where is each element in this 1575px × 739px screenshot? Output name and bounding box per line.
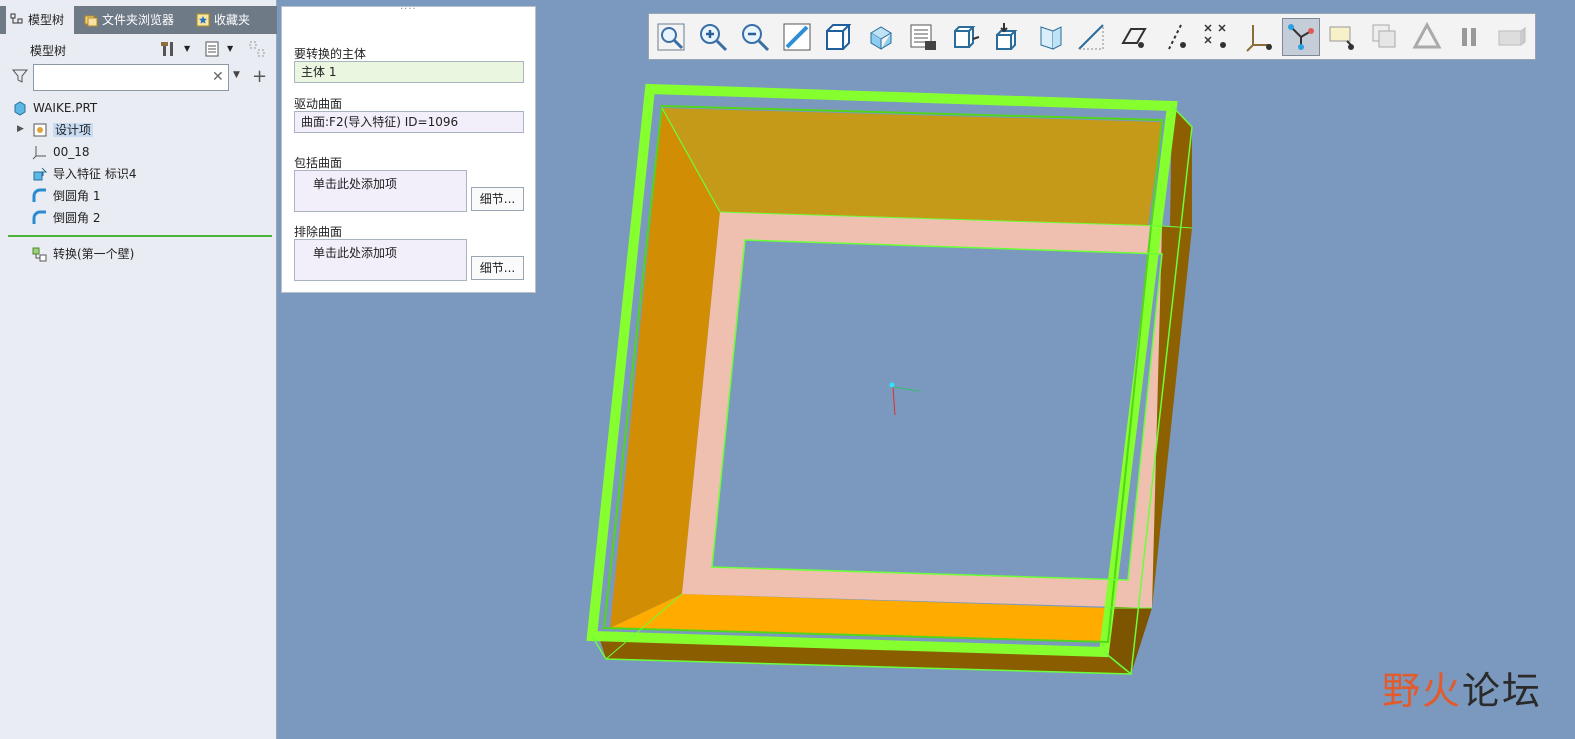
exclude-surfaces-collector[interactable]: 单击此处添加项: [294, 239, 467, 281]
display-style-icon[interactable]: [820, 18, 858, 56]
include-surfaces-collector[interactable]: 单击此处添加项: [294, 170, 467, 212]
perspective-view-icon[interactable]: [946, 18, 984, 56]
exclude-details-button[interactable]: 细节...: [471, 256, 524, 280]
note-display-icon[interactable]: [1366, 18, 1404, 56]
panel-grip[interactable]: ····: [400, 4, 417, 15]
tab-folder-browser[interactable]: 文件夹浏览器: [80, 6, 188, 34]
import-feature-icon: [33, 167, 48, 181]
tree-node-design-items[interactable]: 设计项: [32, 120, 94, 140]
view-filter-icon[interactable]: [1324, 18, 1362, 56]
convert-icon: [32, 247, 47, 262]
tree-node-csys[interactable]: 00_18: [32, 142, 90, 162]
exclude-surfaces-label: 排除曲面: [294, 225, 343, 239]
chevron-down-icon[interactable]: ▼: [184, 44, 190, 53]
plane-display-icon[interactable]: [1072, 18, 1110, 56]
drive-surface-collector[interactable]: 曲面:F2(导入特征) ID=1096: [294, 111, 524, 133]
model-tree-panel: 模型树 文件夹浏览器 收藏夹 模型树 ▼ ▼ ✕ ▼ + WAIKE.PRT ▶…: [0, 0, 277, 739]
tree-node-convert[interactable]: 转换(第一个壁): [32, 244, 134, 264]
tree-title: 模型树: [30, 44, 67, 58]
shell-icon[interactable]: [1492, 18, 1530, 56]
chevron-down-icon[interactable]: ▼: [227, 44, 233, 53]
clear-icon[interactable]: ✕: [212, 69, 224, 85]
expand-icon[interactable]: ▶: [17, 124, 24, 134]
design-items-icon: [33, 123, 47, 137]
sketch-plane-icon[interactable]: [1156, 18, 1194, 56]
tree-node-round-1[interactable]: 倒圆角 1: [32, 186, 100, 206]
point-display-icon[interactable]: [1198, 18, 1236, 56]
body-collector[interactable]: 主体 1: [294, 61, 524, 83]
graphics-toolbar: [648, 13, 1536, 60]
filter-icon[interactable]: [12, 68, 28, 84]
coordinate-system-icon: [32, 146, 46, 160]
tab-model-tree[interactable]: 模型树: [6, 6, 74, 34]
tree-node-import-feature[interactable]: 导入特征 标识4: [32, 164, 136, 184]
watermark-logo: 野火论坛: [1382, 669, 1543, 713]
round-icon: [32, 210, 46, 224]
add-icon[interactable]: +: [252, 66, 267, 87]
show-icon[interactable]: [203, 40, 221, 58]
drive-surface-label: 驱动曲面: [294, 97, 343, 111]
repaint-icon[interactable]: [778, 18, 816, 56]
axis-display-icon[interactable]: [1114, 18, 1152, 56]
tree-root[interactable]: WAIKE.PRT: [12, 98, 97, 118]
tree-search-input[interactable]: [33, 64, 229, 91]
part-icon: [14, 101, 26, 116]
refit-icon[interactable]: [652, 18, 690, 56]
tree-node-round-2[interactable]: 倒圆角 2: [32, 208, 100, 228]
annotation-display-icon[interactable]: [988, 18, 1026, 56]
insert-indicator[interactable]: [8, 235, 272, 237]
back-wall: [662, 108, 1162, 226]
chevron-down-icon[interactable]: ▼: [233, 70, 240, 80]
simplified-rep-icon[interactable]: [1408, 18, 1446, 56]
body-label: 要转换的主体: [294, 47, 367, 61]
navigator-tabs: 模型树 文件夹浏览器 收藏夹: [0, 6, 277, 34]
include-surfaces-label: 包括曲面: [294, 156, 343, 170]
sheetmetal-icon[interactable]: [1282, 18, 1320, 56]
favorites-icon: [196, 13, 210, 27]
tree-filter-icon[interactable]: [248, 40, 266, 58]
folder-browser-icon: [84, 15, 98, 27]
zoom-in-icon[interactable]: [694, 18, 732, 56]
round-icon: [32, 188, 46, 202]
saved-orientations-icon[interactable]: [862, 18, 900, 56]
view-manager-icon[interactable]: [904, 18, 942, 56]
tab-favorites[interactable]: 收藏夹: [192, 6, 272, 34]
spin-center-icon[interactable]: [1030, 18, 1068, 56]
include-details-button[interactable]: 细节...: [471, 187, 524, 211]
csys-display-icon[interactable]: [1240, 18, 1278, 56]
zoom-out-icon[interactable]: [736, 18, 774, 56]
pause-icon[interactable]: [1450, 18, 1488, 56]
settings-icon[interactable]: [160, 40, 178, 58]
floor-opening: [712, 240, 1162, 580]
model-tree-icon: [10, 13, 23, 24]
convert-options-panel: ···· 要转换的主体 主体 1 驱动曲面 曲面:F2(导入特征) ID=109…: [281, 4, 536, 293]
